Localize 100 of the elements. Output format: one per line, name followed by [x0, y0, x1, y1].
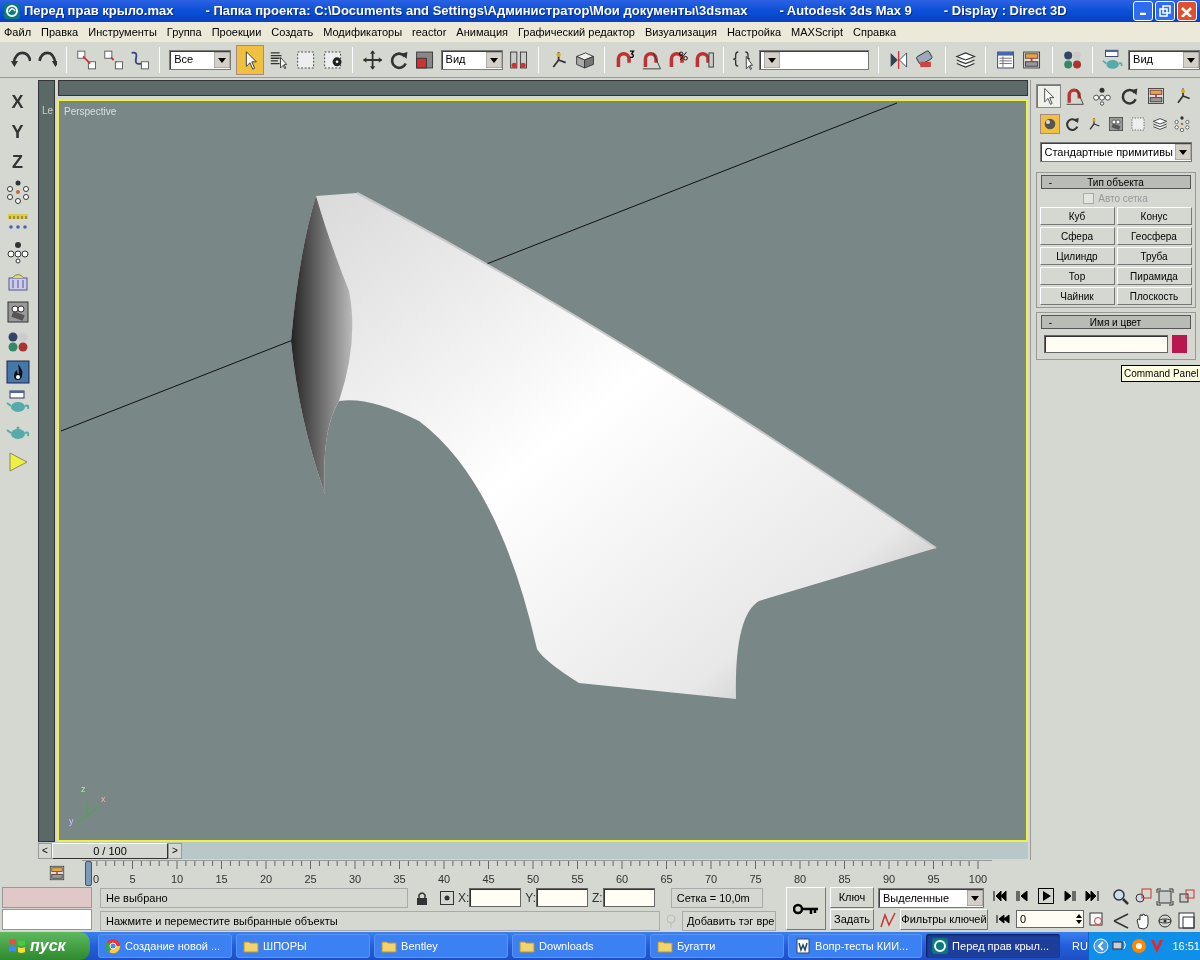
maximize-viewport-icon[interactable] [1178, 912, 1196, 930]
collapse-toggle[interactable]: - [1041, 174, 1060, 190]
render-scene-icon[interactable] [1101, 47, 1124, 72]
render-window-icon[interactable] [5, 390, 30, 414]
hierarchy-icon[interactable] [5, 180, 30, 204]
add-time-tag-button[interactable]: Добавить тэг вре [682, 911, 776, 931]
car-fender-drawing[interactable] [291, 192, 937, 699]
expand-tray-icon[interactable] [1093, 938, 1109, 954]
reference-coordinate-dropdown[interactable]: Вид [440, 49, 503, 70]
time-configuration-icon[interactable] [1089, 912, 1103, 926]
y-coordinate-field[interactable] [536, 888, 589, 907]
taskbar-button[interactable]: Бугатти [650, 934, 785, 958]
axis-constraint-button[interactable]: Z [5, 150, 30, 174]
menu-item[interactable]: Настройка [726, 23, 782, 41]
restore-button[interactable] [1155, 1, 1175, 21]
track-bar[interactable]: 0 5 10 15 20 25 30 35 40 45 50 55 60 65 70 75 80 85 90 95 100 [82, 860, 992, 885]
primitive-button[interactable]: Геосфера [1116, 227, 1192, 245]
language-indicator[interactable]: RU [1072, 937, 1088, 955]
menu-item[interactable]: Файл [4, 23, 32, 41]
primitive-button[interactable]: Тор [1039, 267, 1115, 285]
go-to-start-icon[interactable] [992, 888, 1008, 904]
play-button-icon[interactable] [1038, 888, 1054, 904]
time-cursor[interactable] [85, 861, 92, 886]
auto-key-button[interactable]: Ключ [830, 887, 874, 908]
key-mode-dropdown[interactable]: Выделенные [878, 888, 984, 908]
dropdown-arrow-icon[interactable] [485, 51, 502, 68]
menu-item[interactable]: Справка [853, 23, 897, 41]
menu-item[interactable]: Графический редактор [518, 23, 635, 41]
render-type-dropdown[interactable]: Вид [1128, 49, 1200, 70]
primitive-button[interactable]: Конус [1116, 207, 1192, 225]
taskbar-button[interactable]: Downloads [512, 934, 647, 958]
dropdown-arrow-icon[interactable] [214, 51, 231, 68]
film-icon[interactable] [5, 300, 30, 324]
menu-item[interactable]: Правка [41, 23, 79, 41]
menu-item[interactable]: Инструменты [88, 23, 157, 41]
object-name-field[interactable] [1044, 335, 1168, 353]
rollout-header[interactable]: - Имя и цвет [1040, 315, 1191, 329]
taskbar-button[interactable]: Создание новой ... [98, 934, 233, 958]
primitive-button[interactable]: Труба [1116, 247, 1192, 265]
current-frame-field[interactable]: 0 [1016, 910, 1084, 928]
rollout-header[interactable]: - Тип объекта [1040, 175, 1191, 189]
orbit-icon[interactable] [1156, 912, 1174, 930]
key-filters-button[interactable]: Фильтры ключей [900, 909, 988, 930]
primitive-button[interactable]: Пирамида [1116, 267, 1192, 285]
taskbar-button[interactable]: Перед прав крыл... [926, 934, 1061, 958]
close-button[interactable] [1177, 1, 1197, 21]
link-hierarchy-icon[interactable] [5, 240, 30, 264]
set-key-button[interactable] [786, 887, 826, 930]
time-slider-thumb[interactable]: 0 / 100 [52, 842, 168, 859]
menu-item[interactable]: Проекции [211, 23, 262, 41]
menu-item[interactable]: reactor [412, 23, 447, 41]
curve-editor-toggle-icon[interactable] [48, 864, 66, 882]
axis-constraint-button[interactable]: X [5, 90, 30, 114]
taskbar-button[interactable]: Вопр-тесты КИИ... [788, 934, 923, 958]
menu-item[interactable]: MAXScript [791, 23, 844, 41]
taskbar-button[interactable]: Bentley [374, 934, 509, 958]
dropdown-arrow-icon[interactable] [1174, 144, 1191, 160]
zoom-extents-icon[interactable] [1156, 888, 1174, 906]
lock-icon[interactable] [416, 890, 428, 905]
primitive-button[interactable]: Чайник [1039, 287, 1115, 305]
minimize-button[interactable] [1133, 1, 1153, 21]
next-frame-button[interactable]: > [168, 842, 182, 859]
axis-constraint-button[interactable]: Y [5, 120, 30, 144]
primitive-button[interactable]: Сфера [1039, 227, 1115, 245]
go-to-end-icon[interactable] [1084, 888, 1100, 904]
spinner-icon[interactable] [1075, 912, 1083, 926]
fire-icon[interactable] [5, 360, 30, 384]
key-curve-icon[interactable] [879, 911, 897, 929]
dropdown-arrow-icon[interactable] [1183, 51, 1200, 68]
dropdown-arrow-icon[interactable] [967, 890, 983, 906]
set-key-mode-button[interactable]: Задать [830, 909, 874, 930]
named-selection-dropdown[interactable] [759, 49, 870, 70]
dropdown-arrow-icon[interactable] [764, 51, 781, 68]
zoom-extents-all-icon[interactable] [1178, 888, 1196, 906]
collapse-toggle[interactable]: - [1041, 314, 1060, 330]
previous-frame-icon[interactable] [1015, 888, 1031, 904]
primitive-button[interactable]: Плоскость [1116, 287, 1192, 305]
next-frame-icon[interactable] [1061, 888, 1077, 904]
menu-item[interactable]: Создать [271, 23, 314, 41]
zoom-icon[interactable] [1112, 888, 1130, 906]
z-coordinate-field[interactable] [602, 888, 655, 907]
script-listener-field[interactable] [2, 887, 92, 908]
script-listener-field[interactable] [2, 909, 92, 930]
menu-item[interactable]: Анимация [456, 23, 508, 41]
pan-icon[interactable] [1134, 912, 1152, 930]
key-mode-toggle-icon[interactable] [996, 913, 1010, 925]
previous-frame-button[interactable]: < [38, 842, 52, 859]
primitive-type-dropdown[interactable]: Стандартные примитивы [1039, 142, 1192, 162]
field-of-view-icon[interactable] [1112, 912, 1130, 930]
taskbar-button[interactable]: ШПОРЫ [236, 934, 371, 958]
menu-item[interactable]: Визуализация [644, 23, 717, 41]
primitive-button[interactable]: Цилиндр [1039, 247, 1115, 265]
move-icon[interactable] [361, 47, 384, 72]
x-coordinate-field[interactable] [469, 888, 522, 907]
absolute-mode-icon[interactable] [440, 890, 454, 905]
primitive-button[interactable]: Куб [1039, 207, 1115, 225]
menu-item[interactable]: Группа [166, 23, 202, 41]
object-color-swatch[interactable] [1172, 335, 1187, 353]
selection-filter-dropdown[interactable]: Все [169, 49, 232, 70]
menu-item[interactable]: Модификаторы [323, 23, 403, 41]
